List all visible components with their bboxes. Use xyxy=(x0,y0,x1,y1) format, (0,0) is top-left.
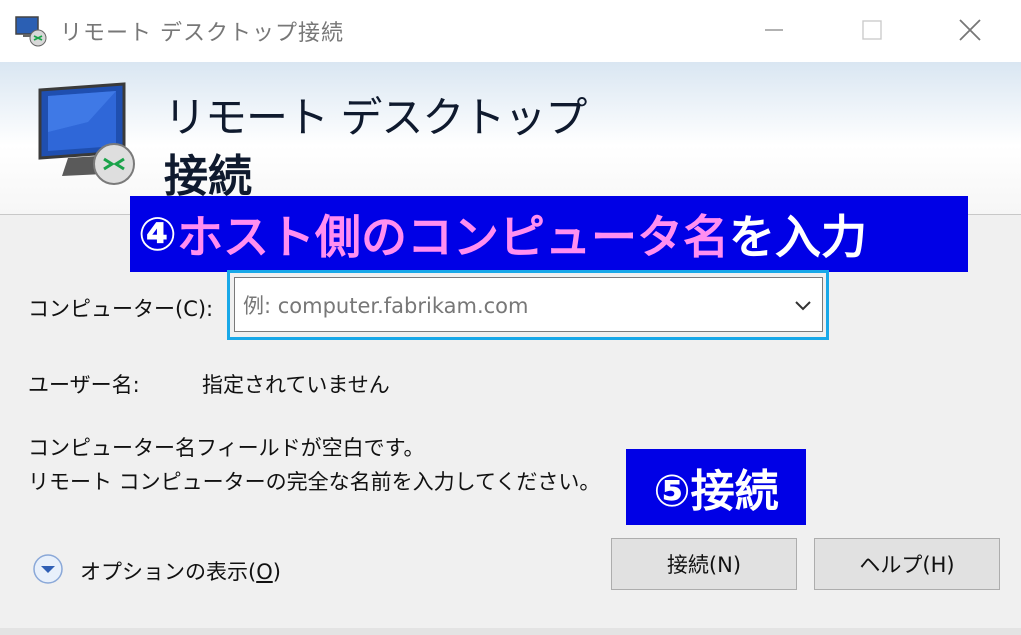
options-accelerator: O xyxy=(256,560,273,584)
callout-step4-suffix: を入力 xyxy=(728,210,867,264)
callout-step4-highlight: ホスト側のコンピュータ名 xyxy=(176,210,729,264)
username-label: ユーザー名: xyxy=(28,373,140,397)
banner-title-line1: リモート デスクトップ xyxy=(164,93,587,142)
callout-step4: ④ ホスト側のコンピュータ名 を入力 xyxy=(130,196,968,272)
connect-button[interactable]: 接続(N) xyxy=(611,538,797,590)
chevron-down-icon[interactable] xyxy=(790,292,816,318)
computer-combobox[interactable]: 例: computer.fabrikam.com xyxy=(234,277,823,332)
computer-label: コンピューター(C): xyxy=(28,297,214,321)
close-icon xyxy=(959,19,981,41)
username-value: 指定されていません xyxy=(202,373,390,397)
header-banner: リモート デスクトップ 接続 xyxy=(0,62,1021,215)
window-bottom-edge xyxy=(0,628,1021,635)
callout-step4-number: ④ xyxy=(138,207,177,261)
banner-title-line2: 接続 xyxy=(164,151,252,202)
callout-step5: ⑤接続 xyxy=(626,449,806,525)
options-toggle[interactable]: オプションの表示(O) xyxy=(80,556,281,586)
chevron-down-circle-icon[interactable] xyxy=(32,553,64,585)
monitor-connection-icon xyxy=(38,82,135,185)
maximize-button[interactable] xyxy=(823,0,921,60)
computer-placeholder: 例: computer.fabrikam.com xyxy=(243,294,529,318)
help-button[interactable]: ヘルプ(H) xyxy=(814,538,1000,590)
title-bar: リモート デスクトップ接続 xyxy=(0,0,1021,62)
minimize-icon xyxy=(765,29,783,31)
options-label-end: ) xyxy=(272,560,281,584)
maximize-icon xyxy=(862,20,882,40)
message-line2: リモート コンピューターの完全な名前を入力してください。 xyxy=(28,470,601,494)
message-line1: コンピューター名フィールドが空白です。 xyxy=(28,436,425,460)
window-title: リモート デスクトップ接続 xyxy=(60,21,344,46)
minimize-button[interactable] xyxy=(725,0,823,60)
close-button[interactable] xyxy=(921,0,1019,60)
options-label-text: オプションの表示( xyxy=(80,560,257,584)
remote-desktop-icon xyxy=(15,16,47,47)
